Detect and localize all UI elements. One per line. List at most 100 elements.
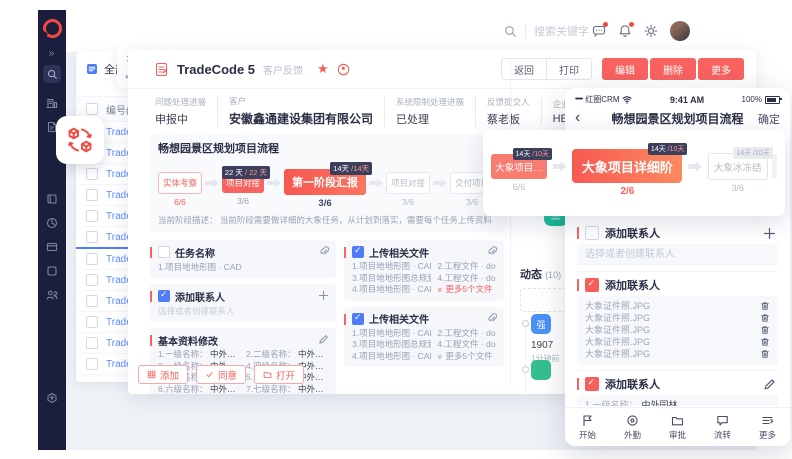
pencil-icon[interactable] [318, 334, 329, 345]
stage-name-button[interactable]: 实体考察 [158, 172, 202, 194]
task-title: 添加联系人 [605, 277, 660, 293]
field-value: 已处理 [396, 111, 464, 127]
task-card: 上传相关文件1.项目地地形图 · CAD2.工程文件 · docx3.项目地地形… [344, 240, 504, 301]
list-module-icon [86, 63, 98, 75]
sidebar-search-icon[interactable] [43, 65, 61, 83]
select-all-checkbox[interactable] [86, 103, 98, 115]
trash-icon[interactable] [760, 325, 770, 335]
row-checkbox[interactable] [86, 210, 98, 222]
task-card: 基本资料修改1.一级名称： 中外园林2.二级名称： 中外园林3.一级名称： 中外… [150, 328, 336, 394]
trash-icon[interactable] [760, 301, 770, 311]
row-checkbox[interactable] [86, 168, 98, 180]
task-checkbox[interactable] [158, 290, 170, 302]
open-button[interactable]: 打开 [254, 365, 304, 384]
row-checkbox[interactable] [86, 253, 98, 265]
toolbar-field-button[interactable]: 外勤 [610, 408, 655, 446]
task-title: 添加联系人 [605, 225, 660, 241]
cubes-sync-icon [65, 125, 95, 155]
row-checkbox[interactable] [86, 358, 98, 370]
preset-field: 1.一级名称： 中外园林 [158, 349, 240, 361]
task-card: 上传相关文件1.项目地地形图 · CAD2.工程文件 · docx3.项目地地形… [344, 307, 504, 368]
stage-duration-badge: 14天 /10天 [648, 143, 687, 155]
file-name: 大象证件照.JPG [585, 301, 650, 311]
global-search-input[interactable]: 搜索关键字 [504, 23, 589, 39]
flow-icon [716, 414, 729, 427]
row-checkbox[interactable] [86, 189, 98, 201]
task-accent-bar [344, 247, 346, 258]
agree-button[interactable]: 同意 [196, 365, 246, 384]
file-row: 大象证件照.JPG [585, 313, 770, 323]
file-name: 大象证件照.JPG [585, 337, 650, 347]
mobile-flow-stage: 14天 /10天大象项目详细阶2/6 [572, 149, 682, 197]
toolbar-approve-button[interactable]: 审批 [655, 408, 700, 446]
settings-gear-icon[interactable] [644, 24, 658, 38]
sidebar-collapse-icon[interactable]: » [49, 48, 56, 59]
trash-icon[interactable] [760, 337, 770, 347]
file-row: 大象证件照.JPG [585, 325, 770, 335]
favorite-star-icon[interactable]: ★ [317, 61, 329, 77]
sidebar-settings-icon[interactable] [46, 392, 58, 404]
task-checkbox[interactable] [585, 226, 599, 240]
confirm-button[interactable]: 确定 [758, 111, 780, 127]
toolbar-flow-button[interactable]: 流转 [700, 408, 745, 446]
paperclip-icon[interactable] [486, 313, 497, 324]
stage-progress: 6/6 [174, 197, 186, 207]
task-checkbox[interactable] [585, 278, 599, 292]
trash-icon[interactable] [760, 313, 770, 323]
flag-badge-icon[interactable] [337, 63, 350, 76]
toolbar-start-button[interactable]: 开始 [565, 408, 610, 446]
toolbar-label: 开始 [579, 429, 596, 441]
trash-icon[interactable] [760, 349, 770, 359]
file-item: 3.项目地地形图总规划… · CAD [352, 273, 431, 285]
add-button[interactable]: 添加 [138, 365, 188, 384]
plus-icon[interactable] [763, 227, 776, 240]
toolbar-label: 外勤 [624, 429, 641, 441]
sidebar-cards-icon[interactable] [46, 241, 58, 253]
grid-icon [147, 370, 156, 379]
carrier-label: 红圈CRM [585, 94, 619, 105]
row-checkbox[interactable] [86, 337, 98, 349]
row-checkbox[interactable] [86, 274, 98, 286]
field-value: 申报中 [155, 111, 206, 127]
paperclip-icon[interactable] [318, 246, 329, 257]
task-checkbox[interactable] [352, 246, 364, 258]
field-value: 安徽鑫通建设集团有限公司 [229, 110, 373, 127]
pencil-icon[interactable] [763, 378, 776, 391]
task-checkbox[interactable] [158, 246, 170, 258]
toolbar-label: 更多 [759, 429, 776, 441]
row-checkbox[interactable] [86, 295, 98, 307]
mobile-flow-stage: 14天 /10天大象项目…6/6 [491, 154, 547, 192]
more-icon [761, 414, 774, 427]
user-avatar[interactable] [670, 21, 690, 41]
task-accent-bar [577, 227, 579, 239]
toolbar-more-button[interactable]: 更多 [745, 408, 790, 446]
task-title: 添加联系人 [175, 289, 225, 304]
more-files-button[interactable]: «更多5个文件 [437, 351, 496, 363]
chevron-down-icon: « [437, 354, 445, 359]
paperclip-icon[interactable] [486, 246, 497, 257]
row-checkbox[interactable] [86, 316, 98, 328]
file-item: 3.项目地地形图总规划… · CAD [352, 339, 431, 351]
sidebar-team-icon[interactable] [46, 289, 58, 301]
task-checkbox[interactable] [585, 377, 599, 391]
back-chevron-icon[interactable]: ‹ [575, 108, 580, 128]
sidebar-knowledge-icon[interactable] [46, 193, 58, 205]
sidebar-customers-icon[interactable] [46, 97, 58, 109]
activity-title: 动态 [520, 269, 542, 281]
floating-sync-widget[interactable] [56, 116, 104, 164]
row-checkbox[interactable] [86, 231, 98, 243]
plus-icon[interactable] [318, 290, 329, 301]
field-label: 问题处理进展 [155, 96, 206, 108]
more-files-button[interactable]: «更多5个文件 [437, 284, 496, 296]
field: 系统限制处理进展已处理 [384, 96, 475, 127]
messages-icon[interactable] [592, 24, 606, 38]
task-accent-bar [577, 279, 579, 291]
task-checkbox[interactable] [352, 313, 364, 325]
task-title: 任务名称 [175, 245, 215, 260]
stage-name-button[interactable]: 项目对接 [386, 172, 430, 194]
sidebar-apps-icon[interactable] [46, 265, 58, 277]
stage-arrow-icon [267, 179, 281, 188]
notifications-bell-icon[interactable] [618, 24, 632, 38]
sidebar-reports-icon[interactable] [46, 217, 58, 229]
stage-arrow-icon [369, 179, 383, 188]
